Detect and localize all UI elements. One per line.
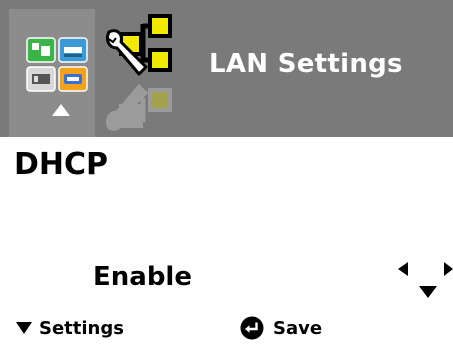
up-arrow-icon: [52, 104, 70, 116]
printer-lcd-screen: LAN Settings DHCP Enable Settings Save: [0, 0, 453, 345]
printer-menu-grid-icon: [26, 37, 88, 92]
settings-softkey[interactable]: Settings: [16, 317, 124, 339]
navigation-arrows[interactable]: [396, 262, 453, 302]
main-menu-tile[interactable]: [9, 9, 95, 137]
right-arrow-icon[interactable]: [444, 262, 453, 276]
header-bar: LAN Settings: [0, 0, 453, 137]
down-arrow-icon[interactable]: [419, 286, 437, 298]
down-triangle-icon: [16, 322, 32, 334]
setting-value[interactable]: Enable: [93, 262, 192, 292]
settings-softkey-label: Settings: [39, 317, 124, 339]
enter-icon: [240, 316, 264, 340]
wrench-network-icon: [105, 14, 172, 131]
save-softkey-label: Save: [273, 317, 323, 339]
left-arrow-icon[interactable]: [398, 262, 408, 276]
page-title: LAN Settings: [209, 49, 403, 79]
save-softkey[interactable]: Save: [240, 316, 322, 340]
setting-name: DHCP: [14, 147, 109, 182]
